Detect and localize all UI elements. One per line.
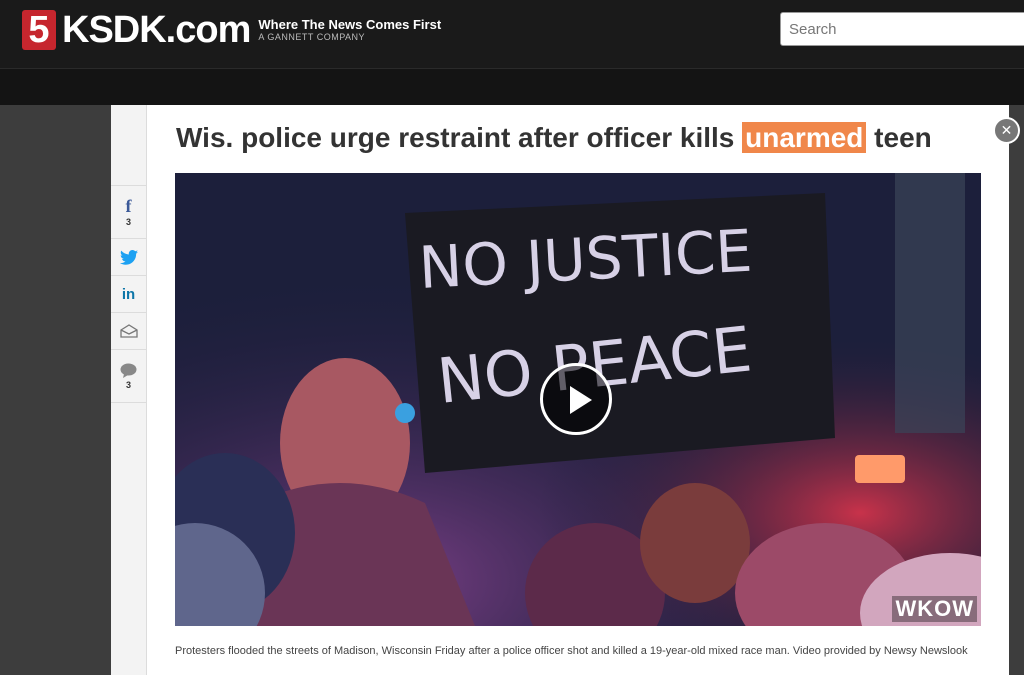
tagline-sub: A GANNETT COMPANY — [258, 32, 366, 42]
nav-bar — [0, 68, 1024, 105]
headline-highlight: unarmed — [742, 122, 867, 153]
video-watermark: WKOW — [892, 596, 977, 622]
tagline: Where The News Comes First A GANNETT COM… — [258, 17, 441, 43]
search-input[interactable] — [780, 12, 1024, 46]
linkedin-share-button[interactable]: in — [111, 276, 146, 313]
comments-button[interactable]: 3 — [111, 350, 146, 403]
site-logo[interactable]: 5 KSDK.com Where The News Comes First A … — [22, 10, 441, 50]
tagline-main: Where The News Comes First — [258, 17, 442, 32]
facebook-share-button[interactable]: f 3 — [111, 186, 146, 239]
headline-text: Wis. police urge restraint after officer… — [176, 122, 743, 153]
comment-icon — [120, 363, 137, 378]
close-icon: ✕ — [1000, 122, 1013, 138]
video-caption: Protesters flooded the streets of Madiso… — [175, 645, 968, 657]
linkedin-icon: in — [121, 285, 136, 303]
video-player[interactable]: NO JUSTICE NO PEACE WKOW — [175, 173, 981, 626]
share-spacer — [111, 105, 146, 186]
twitter-share-button[interactable] — [111, 239, 146, 276]
email-share-button[interactable] — [111, 313, 146, 350]
facebook-share-count: 3 — [125, 217, 131, 227]
play-button[interactable] — [540, 363, 612, 435]
article-headline: Wis. police urge restraint after officer… — [176, 118, 932, 158]
close-button[interactable]: ✕ — [993, 117, 1020, 144]
share-sidebar: f 3 in 3 — [111, 105, 147, 675]
site-header: 5 KSDK.com Where The News Comes First A … — [0, 0, 1024, 68]
email-icon — [119, 324, 138, 338]
headline-end: teen — [866, 122, 932, 153]
twitter-icon — [119, 249, 138, 265]
comments-count: 3 — [125, 379, 131, 390]
site-name: KSDK.com — [62, 9, 251, 51]
facebook-icon: f — [125, 196, 132, 216]
channel-5-logo: 5 — [22, 10, 56, 50]
